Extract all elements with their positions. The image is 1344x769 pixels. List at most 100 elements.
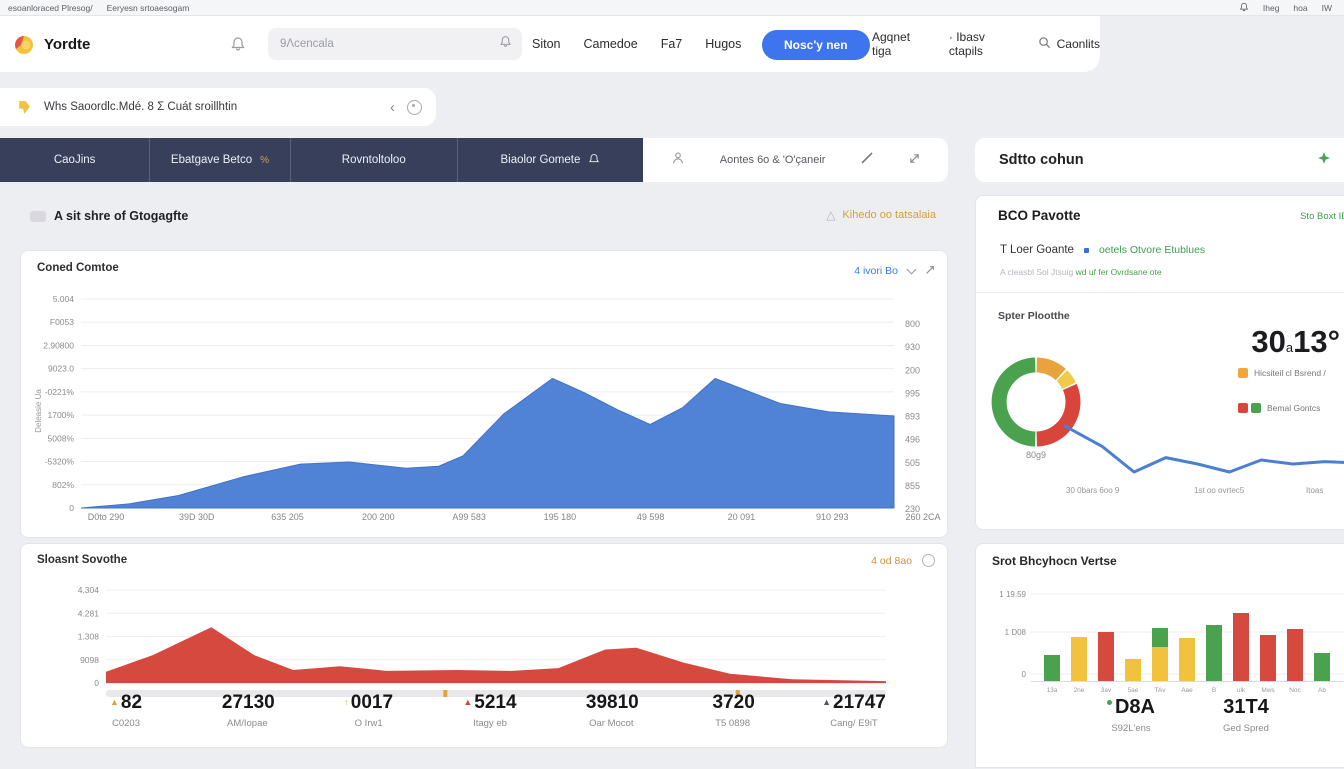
kpi-label: Oar Mocot	[576, 718, 646, 729]
eco-subheader-row: T Loer Goante oetels Otvore Etublues	[1000, 244, 1205, 256]
donut-segment	[1062, 376, 1069, 386]
bar	[1125, 659, 1141, 681]
bar	[1287, 629, 1303, 681]
tab-4[interactable]: Biaolor Gomete	[457, 138, 643, 182]
kpi-stat[interactable]: 27130 AM/Iopae	[212, 692, 282, 729]
kpi-marker-icon: ▲	[463, 697, 472, 707]
tab-1[interactable]: CaoJins	[0, 138, 149, 182]
warning-triangle-icon: △	[826, 209, 835, 221]
x-axis-tick: 2ne	[1074, 687, 1085, 694]
x-axis-tick: 195 180	[544, 512, 577, 522]
tab-3-label: Rovntoltoloo	[342, 154, 406, 166]
tab-bell-icon	[588, 153, 600, 168]
tabs-toolbar: Aontes 6o & 'O'çaneir	[643, 138, 948, 182]
top-right-link-3[interactable]: IW	[1322, 3, 1332, 13]
donut-label: 80g9	[1001, 450, 1071, 460]
expand-icon[interactable]	[909, 151, 920, 169]
legend-item-1: Hicsiteil cl Bsrend /	[1238, 368, 1326, 378]
divider	[976, 292, 1344, 293]
eco-card-link[interactable]: Sto Boxt IDeeb	[1300, 211, 1344, 222]
kpi-value: 82	[121, 692, 142, 713]
y-axis-tick: -0221%	[45, 387, 75, 397]
legend-label: Hicsiteil cl Bsrend /	[1254, 368, 1326, 378]
toolbar-label[interactable]: Aontes 6o & 'O'çaneir	[720, 154, 826, 166]
x-axis-tick: 5ae	[1128, 687, 1139, 694]
bar	[1314, 653, 1330, 681]
target-icon[interactable]	[407, 100, 422, 115]
search-link-label: Caonlits	[1057, 37, 1100, 51]
notification-bell-icon[interactable]	[1239, 2, 1249, 14]
kpi-stat[interactable]: 39810 Oar Mocot	[576, 692, 646, 729]
tab-4-label: Biaolor Gomete	[500, 154, 580, 166]
bar	[1179, 638, 1195, 681]
nav-item-4[interactable]: Hugos	[705, 37, 741, 51]
header-search-link[interactable]: Caonlits	[1038, 36, 1100, 52]
x-axis-tick: 635 205	[271, 512, 304, 522]
header-nav: Siton Camedoe Fa7 Hugos roods	[532, 16, 796, 72]
bar-segment	[1152, 628, 1168, 647]
nav-item-3[interactable]: Fa7	[661, 37, 683, 51]
y-axis-tick: 2,90800	[43, 340, 74, 350]
nav-item-1[interactable]: Siton	[532, 37, 561, 51]
y2-axis-tick: 930	[905, 342, 920, 352]
tab-3[interactable]: Rovntoltoloo	[290, 138, 457, 182]
legend-item-2: Bemal Gontcs	[1238, 403, 1320, 413]
legend-swatch	[1238, 368, 1248, 378]
eco-sparkle-icon[interactable]	[1317, 151, 1331, 170]
y2-axis-tick: 800	[905, 319, 920, 329]
y-axis-tick: 1 19.59	[999, 590, 1026, 599]
top-link-2[interactable]: Eeryesn srtoaesogam	[107, 3, 190, 13]
search-bell-icon[interactable]	[499, 35, 512, 53]
eco-row-label: T Loer Goante	[1000, 244, 1074, 256]
kpi-label: O Irw1	[334, 718, 404, 729]
temperature-value: 30a13°	[1214, 324, 1340, 360]
y-axis-tick: 4.281	[78, 608, 100, 618]
breakdown-value: D8A	[1115, 696, 1155, 718]
legend-label: Bemal Gontcs	[1267, 403, 1320, 413]
primary-action-button[interactable]: Nosc'y nen	[762, 30, 870, 60]
top-link-1[interactable]: esoanloraced Plresog/	[8, 3, 93, 13]
x-axis-tick: 39D 30D	[179, 512, 215, 522]
breakdown-bar-chart[interactable]: 1 19.591 D08013a2ne3av5aeTAvAaeBulkMwsNo…	[976, 544, 1344, 769]
kpi-stat[interactable]: 3720 T5 0898	[698, 692, 768, 729]
top-right-link-2[interactable]: hoa	[1293, 3, 1307, 13]
x-axis-tick: 260 2CA	[905, 512, 940, 522]
nav-item-2[interactable]: Camedoe	[584, 37, 638, 51]
eco-x-label: 30 0bars 6oo 9	[1066, 486, 1119, 495]
x-axis-tick: Aae	[1181, 687, 1193, 694]
user-icon[interactable]	[671, 151, 685, 170]
breakdown-stat-1[interactable]: D8A S92L'ens	[1071, 696, 1191, 734]
search-input[interactable]	[278, 37, 499, 51]
nav-right-item-1[interactable]: Agqnet tiga	[872, 30, 929, 58]
top-right-link-1[interactable]: Iheg	[1263, 3, 1280, 13]
kpi-stat[interactable]: ▲5214 Itagy eb	[455, 692, 525, 729]
brand-name[interactable]: Yordte	[44, 36, 90, 53]
brand-logo-icon[interactable]	[10, 32, 36, 63]
status-dot-icon	[1107, 700, 1112, 705]
edit-icon[interactable]	[860, 151, 874, 170]
nav-right-item-2[interactable]: · Ibasv ctapils	[949, 30, 1018, 58]
kpi-marker-icon: ▲	[110, 697, 119, 707]
section-warning[interactable]: △ Kihedo oo tatsalaia	[826, 209, 936, 221]
kpi-label: Itagy eb	[455, 718, 525, 729]
donut-segment	[1037, 365, 1061, 374]
search-box[interactable]	[268, 28, 522, 60]
bar	[1260, 635, 1276, 681]
breakdown-stat-2[interactable]: 31T4 Ged Spred	[1186, 696, 1306, 734]
x-axis-tick: TAv	[1155, 687, 1167, 694]
collapse-chevron-icon[interactable]: ‹	[390, 100, 395, 115]
temp-rest: 13°	[1293, 324, 1340, 359]
eco-green-link[interactable]: oetels Otvore Etublues	[1099, 244, 1205, 256]
y-axis-tick: F0053	[50, 317, 74, 327]
kpi-value: 21747	[833, 692, 886, 713]
y-axis-tick: 0	[94, 678, 99, 688]
traffic-area-chart[interactable]: 5.004F00532,908009023.0-0221%1700%5008%-…	[21, 251, 949, 539]
tab-2[interactable]: Ebatgave Betco %	[149, 138, 289, 182]
kpi-stats-row: ▲82 C0203 27130 AM/Iopae ↑0017 O Irw1 ▲5…	[91, 692, 889, 729]
kpi-stat[interactable]: ▲82 C0203	[91, 692, 161, 729]
kpi-stat[interactable]: ↑0017 O Irw1	[334, 692, 404, 729]
kpi-stat[interactable]: ▲21747 Cang/ E9iT	[819, 692, 889, 729]
tab-2-badge: %	[260, 155, 269, 166]
counter-selector-bar[interactable]: Whs Saoordlc.Mdé. 8 Σ Cuát sroillhtin ‹	[0, 88, 436, 126]
header-bell-icon[interactable]	[230, 36, 246, 57]
